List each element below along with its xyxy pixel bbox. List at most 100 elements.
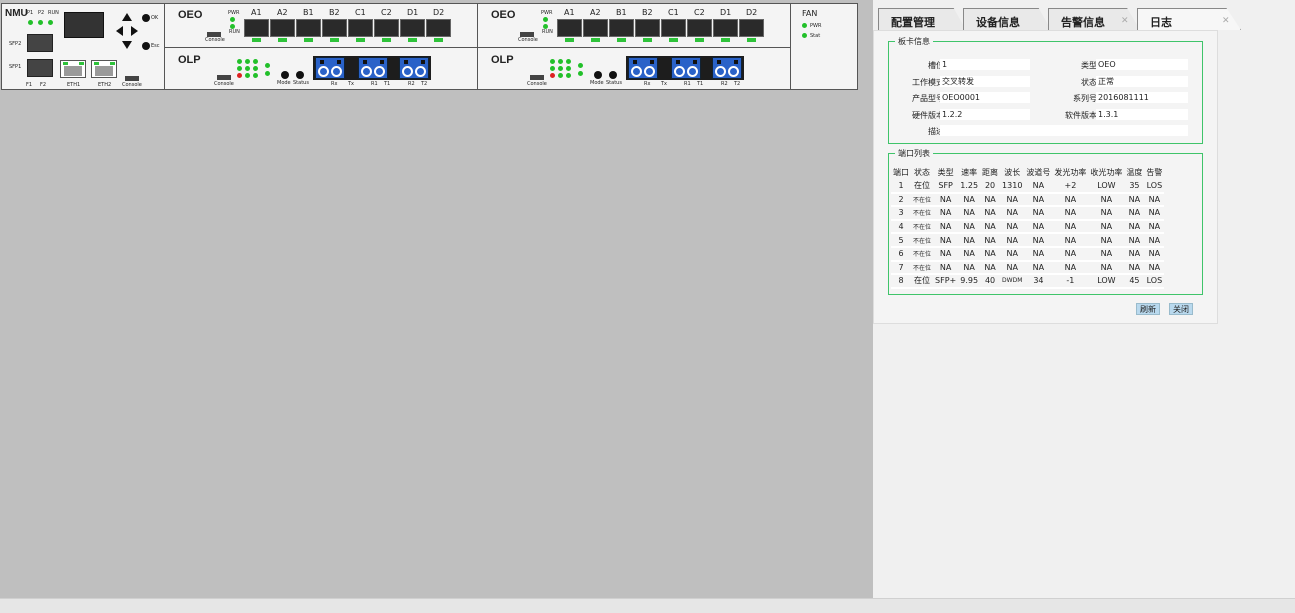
olp-led-9 bbox=[253, 73, 258, 78]
card-detail-panel: 板卡信息 槽位： 1 类型： OEO 工作模式： 交叉转发 状态： 正常 产品型… bbox=[873, 30, 1218, 324]
table-row[interactable]: 4 不在位 NA NA NA NA NA NA NA NA NA bbox=[891, 219, 1165, 235]
olp-port-label-tx: Tx bbox=[348, 81, 355, 87]
nmu-sfp2-port[interactable] bbox=[27, 34, 53, 52]
nmu-f2-label: F2 bbox=[40, 82, 47, 88]
olp-mode-button[interactable] bbox=[281, 71, 289, 79]
oeo-port-d2[interactable] bbox=[739, 19, 764, 37]
oeo-port-a1[interactable] bbox=[244, 19, 269, 37]
olp-port-rx-tx[interactable] bbox=[315, 57, 345, 79]
table-row[interactable]: 6 不在位 NA NA NA NA NA NA NA NA NA bbox=[891, 246, 1165, 262]
fan-module[interactable]: FAN PWR Stat bbox=[791, 4, 859, 89]
olp-module-slot-1[interactable]: OLP Console Mode Status Rx Tx R1 T1 R2 T… bbox=[165, 47, 478, 90]
oeo-port-c1[interactable] bbox=[348, 19, 373, 37]
olp-port-label-r2: R2 bbox=[408, 81, 415, 87]
olp-port-label-rx: Rx bbox=[644, 81, 651, 87]
oeo-port-d1[interactable] bbox=[400, 19, 425, 37]
oeo-port-d1-link-led bbox=[721, 38, 730, 42]
oeo-port-d1[interactable] bbox=[713, 19, 738, 37]
oeo-port-c2[interactable] bbox=[374, 19, 399, 37]
oeo-port-a1[interactable] bbox=[557, 19, 582, 37]
olp-console-label: Console bbox=[527, 81, 547, 87]
table-cell: NA bbox=[933, 219, 959, 235]
oeo-port-b1[interactable] bbox=[296, 19, 321, 37]
close-icon[interactable]: ✕ bbox=[1222, 16, 1230, 26]
olp-port-rx-tx[interactable] bbox=[628, 57, 658, 79]
oeo-port-a2[interactable] bbox=[270, 19, 295, 37]
table-row[interactable]: 3 不在位 NA NA NA NA NA NA NA NA NA bbox=[891, 206, 1165, 221]
oeo-port-c1[interactable] bbox=[661, 19, 686, 37]
oeo-port-b2[interactable] bbox=[635, 19, 660, 37]
tab-label: 日志 bbox=[1150, 16, 1172, 29]
olp-status-button[interactable] bbox=[296, 71, 304, 79]
oeo-port-label-c1: C1 bbox=[668, 8, 679, 17]
oeo-port-label-b2: B2 bbox=[329, 8, 340, 17]
oeo-port-a2[interactable] bbox=[583, 19, 608, 37]
nmu-sfp1-port[interactable] bbox=[27, 59, 53, 77]
table-cell: NA bbox=[1024, 192, 1053, 208]
port-list-legend: 端口列表 bbox=[898, 149, 930, 158]
oeo-module-slot-2[interactable]: OEO PWR RUN Console A1 A2 B1 B2 C1 C2 D1… bbox=[478, 4, 791, 47]
olp-led-1 bbox=[237, 59, 242, 64]
table-cell: 在位 bbox=[911, 179, 934, 194]
nmu-module[interactable]: NMU P1 P2 RUN OK Esc SFP2 SFP1 F1 F2 ETH… bbox=[2, 4, 165, 89]
oeo-port-label-b1: B1 bbox=[616, 8, 627, 17]
olp-led-11 bbox=[578, 71, 583, 76]
olp-port-r2-t2[interactable] bbox=[399, 57, 429, 79]
oeo-port-a2-link-led bbox=[278, 38, 287, 42]
oeo-port-d2-link-led bbox=[434, 38, 443, 42]
oeo-port-d2[interactable] bbox=[426, 19, 451, 37]
olp-mode-label: Mode bbox=[590, 80, 604, 86]
table-cell: NA bbox=[1000, 233, 1025, 248]
table-cell: 不在位 bbox=[911, 233, 934, 248]
olp-led-10 bbox=[265, 63, 270, 68]
olp-led-7 bbox=[550, 73, 555, 78]
table-row[interactable]: 8 在位 SFP+ 9.95 40 DWDM 34 -1 LOW 45 LOS bbox=[891, 274, 1165, 289]
fan-stat-led bbox=[802, 33, 807, 38]
olp-mode-button[interactable] bbox=[594, 71, 602, 79]
olp-console-port[interactable] bbox=[217, 75, 231, 80]
refresh-button[interactable]: 刷新 bbox=[1136, 303, 1160, 315]
table-row[interactable]: 1 在位 SFP 1.25 20 1310 NA +2 LOW 35 LOS bbox=[891, 179, 1165, 194]
table-cell: NA bbox=[1144, 206, 1165, 221]
table-cell: NA bbox=[980, 233, 1001, 248]
nmu-eth1-port[interactable] bbox=[60, 60, 86, 78]
olp-led-3 bbox=[566, 59, 571, 64]
oeo-port-b1[interactable] bbox=[609, 19, 634, 37]
table-row[interactable]: 2 不在位 NA NA NA NA NA NA NA NA NA bbox=[891, 192, 1165, 208]
nmu-console-port[interactable] bbox=[125, 76, 139, 81]
oeo-module-slot-1[interactable]: OEO PWR RUN Console A1 A2 B1 B2 C1 C2 D1… bbox=[165, 4, 478, 47]
table-row[interactable]: 5 不在位 NA NA NA NA NA NA NA NA NA bbox=[891, 233, 1165, 248]
close-button[interactable]: 关闭 bbox=[1169, 303, 1193, 315]
table-cell: NA bbox=[958, 192, 981, 208]
nmu-p2-led bbox=[38, 20, 43, 25]
olp-console-port[interactable] bbox=[530, 75, 544, 80]
table-cell: NA bbox=[1124, 233, 1145, 248]
tab-alarm-info[interactable]: 告警信息 ✕ bbox=[1048, 8, 1140, 30]
close-icon[interactable]: ✕ bbox=[1121, 16, 1129, 26]
oeo-port-b2[interactable] bbox=[322, 19, 347, 37]
table-cell: NA bbox=[1124, 219, 1145, 235]
olp-status-button[interactable] bbox=[609, 71, 617, 79]
oeo-run-label: RUN bbox=[542, 29, 553, 35]
oeo-port-b2-link-led bbox=[643, 38, 652, 42]
olp-module-slot-2[interactable]: OLP Console Mode Status Rx Tx R1 T1 R2 T… bbox=[478, 47, 791, 90]
tab-label: 设备信息 bbox=[976, 16, 1020, 29]
table-row[interactable]: 7 不在位 NA NA NA NA NA NA NA NA NA bbox=[891, 260, 1165, 276]
table-cell: NA bbox=[1088, 260, 1125, 276]
oeo-port-c2[interactable] bbox=[687, 19, 712, 37]
olp-led-6 bbox=[566, 66, 571, 71]
olp-port-r1-t1[interactable] bbox=[671, 57, 701, 79]
table-cell: 20 bbox=[980, 179, 1001, 194]
oeo-port-label-d2: D2 bbox=[433, 8, 445, 17]
nmu-eth2-port[interactable] bbox=[91, 60, 117, 78]
table-cell: NA bbox=[1024, 219, 1053, 235]
tab-config-management[interactable]: 配置管理 bbox=[878, 8, 966, 30]
tab-device-info[interactable]: 设备信息 bbox=[963, 8, 1051, 30]
olp-port-r2-t2[interactable] bbox=[712, 57, 742, 79]
table-cell: NA bbox=[1024, 206, 1053, 221]
tab-log[interactable]: 日志 ✕ bbox=[1137, 8, 1241, 30]
nmu-esc-button[interactable] bbox=[142, 42, 150, 50]
olp-port-r1-t1[interactable] bbox=[358, 57, 388, 79]
nmu-ok-button[interactable] bbox=[142, 14, 150, 22]
table-cell: NA bbox=[1000, 246, 1025, 262]
